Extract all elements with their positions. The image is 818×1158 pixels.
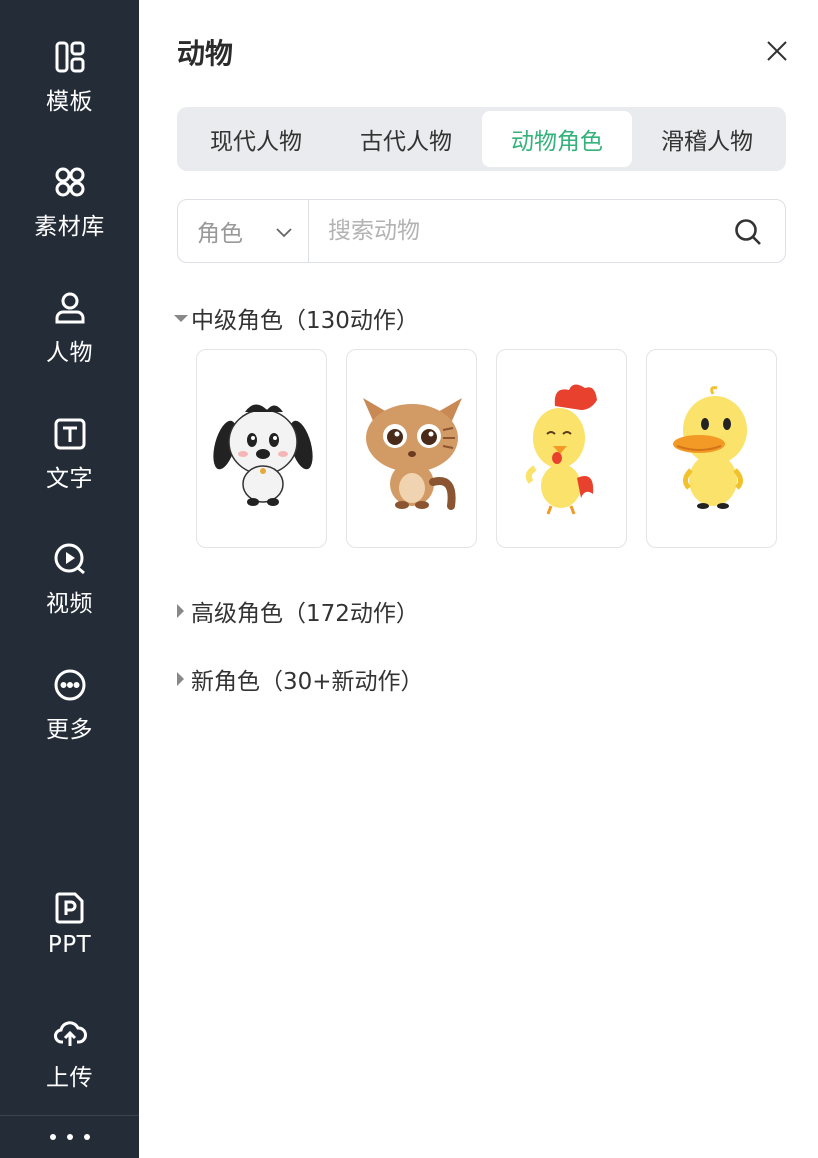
tab-ancient-people[interactable]: 古代人物 (331, 111, 481, 167)
template-icon (55, 41, 84, 73)
sidebar-item-person[interactable]: 人物 (0, 291, 139, 401)
close-icon[interactable] (762, 36, 792, 66)
section-intermediate-characters[interactable]: 中级角色（130动作） (173, 301, 419, 335)
sidebar-item-label: 上传 (46, 1065, 93, 1091)
ppt-icon (55, 892, 83, 924)
chevron-down-icon (276, 228, 292, 238)
section-title: 新角色（30+新动作） (191, 669, 424, 695)
caret-right-icon (177, 672, 184, 686)
sidebar-item-label: 更多 (46, 717, 93, 743)
search-input[interactable] (328, 212, 708, 250)
material-library-icon (55, 167, 84, 197)
tab-funny-people[interactable]: 滑稽人物 (632, 111, 782, 167)
sidebar-overflow-button[interactable] (50, 1130, 90, 1144)
tab-animal-characters[interactable]: 动物角色 (482, 111, 632, 167)
sidebar-item-label: 文字 (46, 466, 93, 492)
sidebar-item-text[interactable]: 文字 (0, 417, 139, 527)
sidebar-item-video[interactable]: 视频 (0, 542, 139, 652)
duck-character-image (673, 386, 747, 509)
person-icon (55, 292, 84, 324)
sidebar-item-label: 人物 (46, 340, 93, 366)
panel-title: 动物 (177, 37, 234, 70)
search-type-select[interactable]: 角色 (178, 200, 309, 262)
caret-down-icon (174, 315, 188, 322)
more-icon (54, 669, 85, 701)
cat-character-image (363, 398, 462, 510)
sidebar-divider (0, 1115, 139, 1116)
dog-character-image (213, 404, 313, 506)
character-card-duck[interactable] (646, 349, 777, 548)
character-card-dog[interactable] (196, 349, 327, 548)
video-icon (54, 543, 85, 575)
sidebar-item-upload[interactable]: 上传 (0, 1016, 139, 1126)
rooster-character-image (525, 384, 597, 515)
sidebar-item-ppt[interactable]: PPT (0, 890, 139, 1000)
character-card-rooster[interactable] (496, 349, 627, 548)
sidebar-item-more[interactable]: 更多 (0, 668, 139, 778)
sidebar-item-label: 模板 (46, 89, 93, 115)
upload-cloud-icon (53, 1021, 87, 1046)
sidebar-item-template[interactable]: 模板 (0, 40, 139, 150)
category-tabs: 现代人物 古代人物 动物角色 滑稽人物 (177, 107, 786, 171)
sidebar-item-label: 素材库 (34, 214, 105, 240)
sidebar-item-label: 视频 (46, 591, 93, 617)
sidebar-item-material-library[interactable]: 素材库 (0, 165, 139, 275)
tab-modern-people[interactable]: 现代人物 (181, 111, 331, 167)
search-bar: 角色 (177, 199, 786, 263)
character-card-cat[interactable] (346, 349, 477, 548)
search-icon[interactable] (733, 217, 763, 247)
sidebar: 模板 素材库 人物 文字 视频 更多 PPT 上传 (0, 0, 139, 1158)
dot-icon (50, 1134, 56, 1140)
text-icon (54, 418, 85, 450)
search-type-value: 角色 (197, 221, 243, 247)
dot-icon (84, 1134, 90, 1140)
section-advanced-characters[interactable]: 高级角色（172动作） (173, 594, 419, 628)
caret-right-icon (177, 604, 184, 618)
section-title: 高级角色（172动作） (191, 601, 419, 627)
section-new-characters[interactable]: 新角色（30+新动作） (173, 662, 424, 696)
sidebar-item-label: PPT (47, 932, 92, 958)
section-title: 中级角色（130动作） (191, 308, 419, 334)
dot-icon (67, 1134, 73, 1140)
